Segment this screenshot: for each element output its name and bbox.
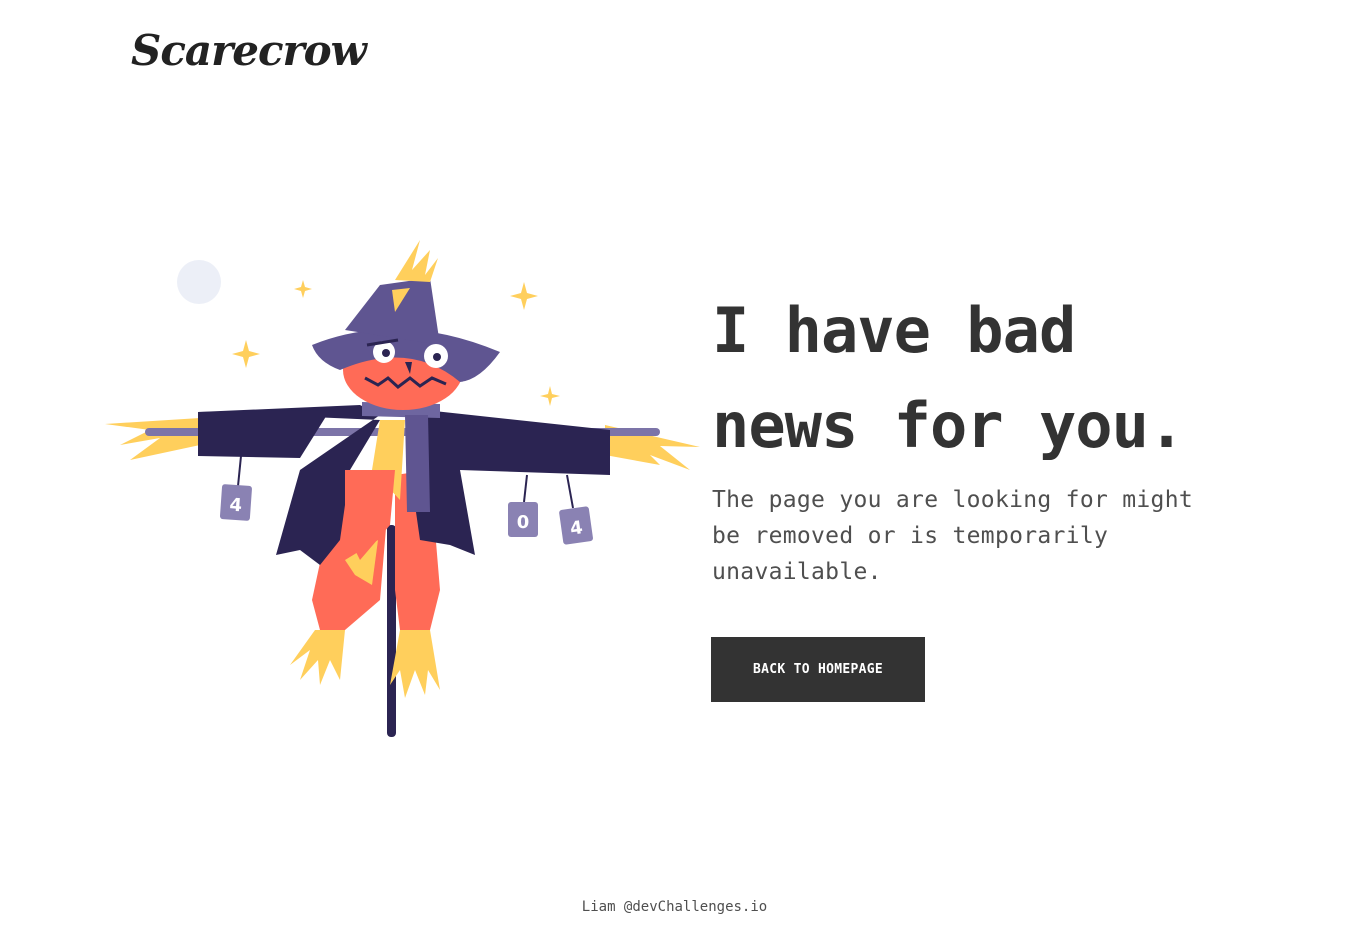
scarecrow-logo[interactable]: Scarecrow xyxy=(131,30,367,72)
footer-credit: Liam @devChallenges.io xyxy=(581,899,768,915)
headline-line-2: news for you. xyxy=(712,389,1185,462)
can-left: 4 xyxy=(219,484,252,521)
moon-icon xyxy=(177,260,221,304)
can-label: 4 xyxy=(229,495,243,517)
error-description: The page you are looking for might be re… xyxy=(712,487,1194,585)
pole xyxy=(387,525,396,737)
can-label: 0 xyxy=(517,512,530,533)
can-right: 4 xyxy=(559,506,593,545)
page-headline: I have bad news for you. xyxy=(712,283,1312,473)
can-middle: 0 xyxy=(508,502,538,537)
scarecrow-illustration: 4 0 4 xyxy=(105,240,700,737)
back-to-homepage-button[interactable]: BACK TO HOMEPAGE xyxy=(711,637,925,702)
headline-line-1: I have bad xyxy=(712,294,1076,367)
